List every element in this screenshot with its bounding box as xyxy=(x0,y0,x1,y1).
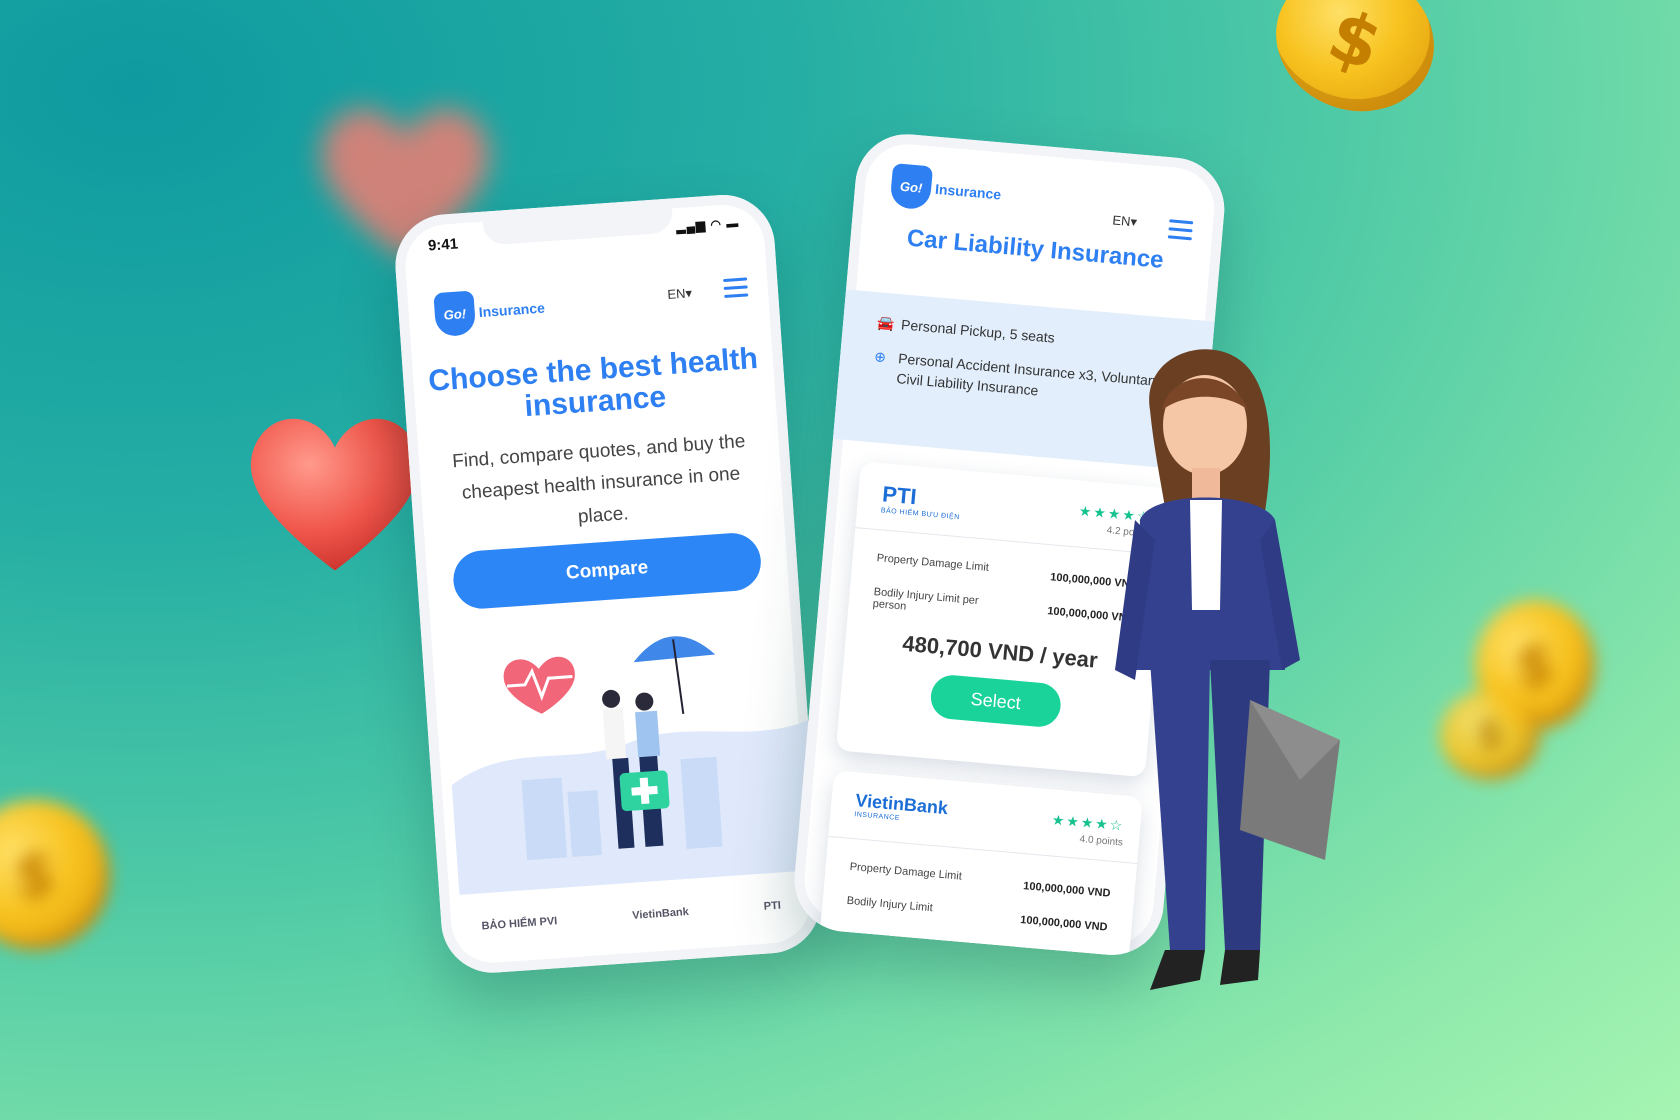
plus-circle-icon: ⊕ xyxy=(873,348,887,366)
offer-price: 480,700 VND / year xyxy=(901,630,1099,673)
offer-card: VietinBank INSURANCE ★★★★☆ 4.0 points Pr… xyxy=(817,770,1143,960)
language-selector[interactable]: EN▾ xyxy=(667,285,693,303)
partner-pti-logo: PTI xyxy=(763,899,782,913)
businesswoman-illustration xyxy=(1115,349,1340,990)
car-icon: 🚘 xyxy=(876,314,896,332)
coin-icon: $ xyxy=(1440,690,1540,780)
hamburger-menu-icon[interactable] xyxy=(723,277,749,299)
shield-logo-icon: Go! xyxy=(889,163,934,211)
partner-vietinbank-logo: VietinBank xyxy=(631,906,690,922)
app-header: Go! Insurance EN▾ xyxy=(433,271,749,339)
language-selector[interactable]: EN▾ xyxy=(1112,212,1138,230)
coin-icon: $ xyxy=(1255,0,1455,134)
coin-icon: $ xyxy=(0,800,110,950)
hero-title: Choose the best health insurance xyxy=(427,341,759,424)
shield-logo-icon: Go! xyxy=(433,290,477,338)
heart-icon xyxy=(250,418,420,571)
status-time: 9:41 xyxy=(427,235,459,255)
partner-pvi-logo: BẢO HIỂM PVI xyxy=(481,915,558,933)
signal-wifi-battery-icon: ▂▄▆ ◠ ▬ xyxy=(675,215,740,235)
hamburger-menu-icon[interactable] xyxy=(1167,219,1194,241)
compare-button[interactable]: Compare xyxy=(451,531,763,611)
hero-subtitle: Find, compare quotes, and buy the cheape… xyxy=(451,430,746,528)
partner-logos: BẢO HIỂM PVI VietinBank PTI xyxy=(481,891,782,942)
go-insurance-logo[interactable]: Go! Insurance xyxy=(889,163,1003,216)
insurer-logo: VietinBank INSURANCE xyxy=(854,790,949,823)
vehicle-type: Personal Pickup, 5 seats xyxy=(900,316,1056,346)
logo-text: Insurance xyxy=(934,180,1002,203)
select-offer-button[interactable]: Select xyxy=(929,673,1063,729)
logo-text: Insurance xyxy=(478,299,546,321)
go-insurance-logo[interactable]: Go! Insurance xyxy=(433,286,546,338)
app-header: Go! Insurance EN▾ xyxy=(889,163,1196,241)
insurer-logo: PTI BẢO HIỂM BƯU ĐIỆN xyxy=(880,481,960,522)
phone-home-screen: 9:41 ▂▄▆ ◠ ▬ Go! Insurance EN▾ Choose th… xyxy=(392,191,825,977)
health-insurance-illustration xyxy=(451,636,819,895)
